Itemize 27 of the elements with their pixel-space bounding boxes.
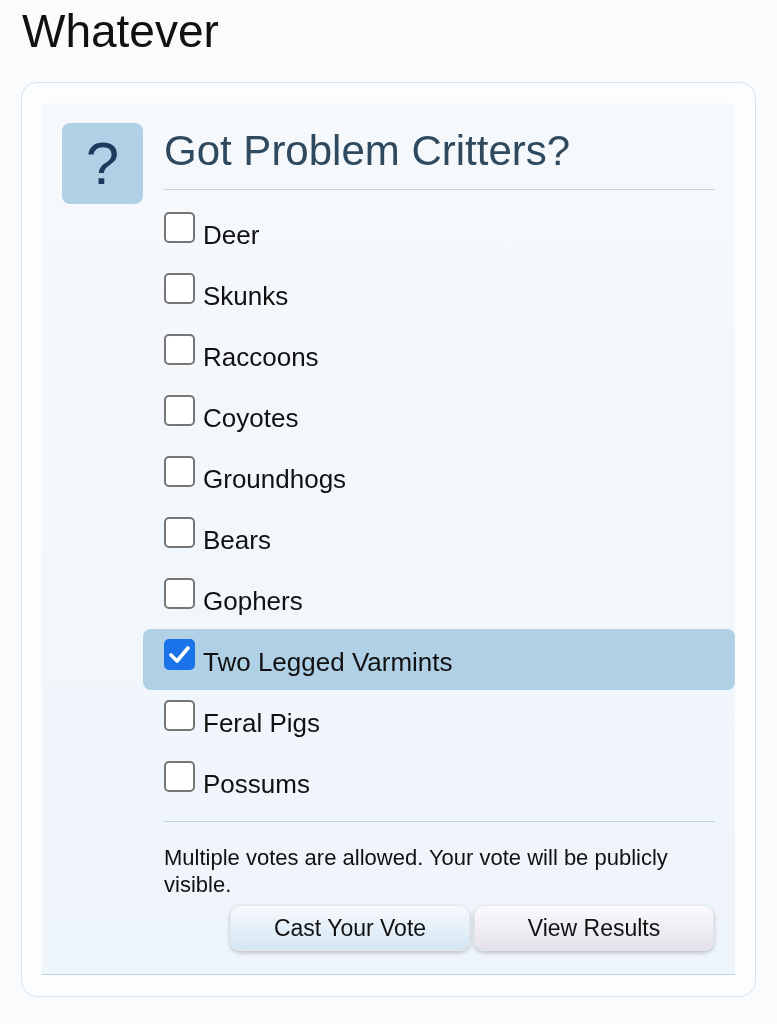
view-results-button[interactable]: View Results bbox=[474, 905, 714, 951]
option-label[interactable]: Raccoons bbox=[203, 342, 319, 372]
option-label[interactable]: Skunks bbox=[203, 281, 289, 311]
option-label[interactable]: Feral Pigs bbox=[203, 708, 321, 738]
checkbox[interactable] bbox=[164, 639, 195, 670]
option-label[interactable]: Groundhogs bbox=[203, 464, 347, 494]
poll-question: Got Problem Critters? bbox=[164, 126, 571, 176]
checkbox[interactable] bbox=[164, 517, 195, 548]
page-title: Whatever bbox=[22, 4, 219, 59]
checkbox[interactable] bbox=[164, 578, 195, 609]
checkbox[interactable] bbox=[164, 334, 195, 365]
option-label[interactable]: Bears bbox=[203, 525, 271, 555]
checkbox[interactable] bbox=[164, 700, 195, 731]
checkbox[interactable] bbox=[164, 212, 195, 243]
option-label[interactable]: Coyotes bbox=[203, 403, 299, 433]
option-label[interactable]: Deer bbox=[203, 220, 260, 250]
checkbox[interactable] bbox=[164, 273, 195, 304]
poll-note: Multiple votes are allowed. Your vote will be publicly visible. bbox=[164, 844, 669, 898]
checkbox[interactable] bbox=[164, 395, 195, 426]
cast-vote-button[interactable]: Cast Your Vote bbox=[230, 905, 470, 951]
question-mark-icon: ? bbox=[62, 123, 143, 204]
checkmark-icon bbox=[169, 646, 190, 663]
option-label[interactable]: Gophers bbox=[203, 586, 303, 616]
option-label[interactable]: Possums bbox=[203, 769, 310, 799]
option-label[interactable]: Two Legged Varmints bbox=[203, 647, 453, 677]
checkbox[interactable] bbox=[164, 761, 195, 792]
checkbox[interactable] bbox=[164, 456, 195, 487]
